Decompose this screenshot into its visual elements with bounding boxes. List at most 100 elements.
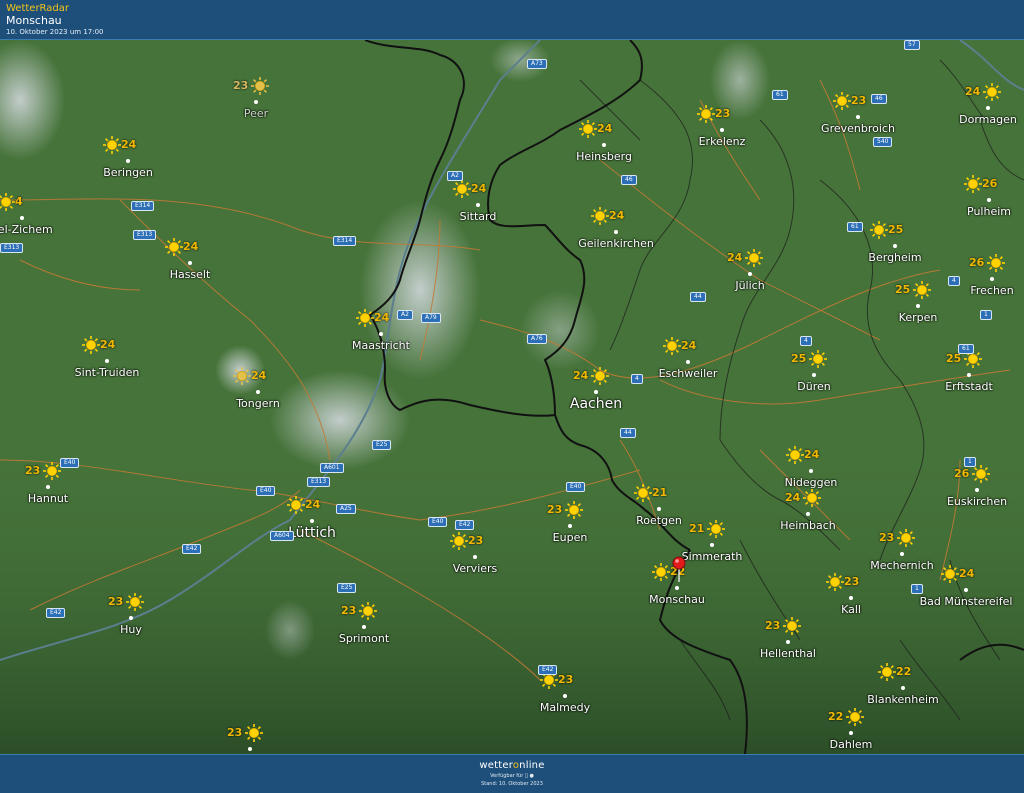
city-label-huy[interactable]: Huy	[120, 623, 142, 636]
city-label-hellenthal[interactable]: Hellenthal	[760, 647, 816, 660]
city-label-vel-zichem[interactable]: vel-Zichem	[0, 223, 53, 236]
sun-icon	[971, 464, 991, 484]
stand-text: Stand: 10. Oktober 2023	[481, 781, 543, 787]
city-marker-malmedy	[563, 694, 567, 698]
road-sign: 1	[980, 310, 992, 320]
city-marker-euskirchen	[975, 488, 979, 492]
temperature-grevenbroich: 23	[851, 94, 867, 107]
sun-icon	[785, 445, 805, 465]
city-label-sprimont[interactable]: Sprimont	[339, 632, 389, 645]
city-label-monschau[interactable]: Monschau	[649, 593, 705, 606]
location-pin-icon[interactable]	[671, 556, 687, 582]
temperature-kerpen: 25	[895, 283, 911, 296]
city-label-d-ren[interactable]: Düren	[797, 380, 830, 393]
road-sign: 4	[948, 276, 960, 286]
sun-icon	[877, 662, 897, 682]
city-marker-roetgen	[657, 507, 661, 511]
sun-icon	[808, 349, 828, 369]
city-label-euskirchen[interactable]: Euskirchen	[947, 495, 1007, 508]
city-label-tongern[interactable]: Tongern	[236, 397, 280, 410]
temperature-peer: 23	[233, 79, 249, 92]
temperature-tongern: 24	[251, 369, 267, 382]
sun-icon	[355, 308, 375, 328]
temperature-l-ttich: 24	[305, 498, 321, 511]
temperature-euskirchen: 26	[954, 467, 970, 480]
city-label-eupen[interactable]: Eupen	[553, 531, 588, 544]
city-label-kerpen[interactable]: Kerpen	[899, 311, 938, 324]
sun-icon	[963, 174, 983, 194]
city-label-dahlem[interactable]: Dahlem	[830, 738, 873, 751]
city-label-frechen[interactable]: Frechen	[970, 284, 1013, 297]
city-label-bergheim[interactable]: Bergheim	[868, 251, 921, 264]
weather-map[interactable]: Peer 23 Beringen 24 vel-Zichem 4 Hasselt 24 Sint…	[0, 40, 1024, 754]
city-marker-d-ren	[812, 373, 816, 377]
sun-icon	[662, 336, 682, 356]
city-label-geilenkirchen[interactable]: Geilenkirchen	[578, 237, 654, 250]
city-marker-hellenthal	[786, 640, 790, 644]
road-sign: E25	[337, 583, 357, 593]
sun-icon	[244, 723, 264, 743]
city-label-aachen[interactable]: Aachen	[570, 396, 622, 412]
city-label-bad-m-nstereifel[interactable]: Bad Münstereifel	[920, 595, 1013, 608]
brand-title: WetterRadar	[6, 3, 70, 14]
city-label-heimbach[interactable]: Heimbach	[780, 519, 836, 532]
road-sign: E313	[307, 477, 331, 487]
city-marker-beringen	[126, 159, 130, 163]
city-label-mechernich[interactable]: Mechernich	[870, 559, 933, 572]
city-label-l-ttich[interactable]: Lüttich	[288, 525, 336, 541]
city-marker-pulheim	[987, 198, 991, 202]
city-marker-monschau	[675, 586, 679, 590]
city-marker-erftstadt	[967, 373, 971, 377]
city-label-blankenheim[interactable]: Blankenheim	[867, 693, 939, 706]
city-marker-bergheim	[893, 244, 897, 248]
road-sign: A76	[527, 334, 547, 344]
city-label-erftstadt[interactable]: Erftstadt	[945, 380, 993, 393]
location-name: Monschau	[6, 14, 62, 27]
city-label-heinsberg[interactable]: Heinsberg	[576, 150, 632, 163]
city-label-pulheim[interactable]: Pulheim	[967, 205, 1011, 218]
city-label-grevenbroich[interactable]: Grevenbroich	[821, 122, 895, 135]
city-label-maastricht[interactable]: Maastricht	[352, 339, 410, 352]
temperature-dahlem: 22	[828, 710, 844, 723]
road-sign: E313	[133, 230, 157, 240]
city-label-eschweiler[interactable]: Eschweiler	[659, 367, 718, 380]
city-marker-geilenkirchen	[614, 230, 618, 234]
city-label-hannut[interactable]: Hannut	[28, 492, 68, 505]
city-label-dormagen[interactable]: Dormagen	[959, 113, 1017, 126]
city-label-j-lich[interactable]: Jülich	[735, 279, 764, 292]
city-marker-blankenheim	[901, 686, 905, 690]
road-sign: 57	[904, 40, 920, 50]
app-header: WetterRadar Monschau 10. Oktober 2023 um…	[0, 0, 1024, 40]
city-marker-vel-zichem	[20, 216, 24, 220]
city-label-verviers[interactable]: Verviers	[453, 562, 498, 575]
city-label-simmerath[interactable]: Simmerath	[682, 550, 743, 563]
city-label-malmedy[interactable]: Malmedy	[540, 701, 590, 714]
road-sign: E25	[372, 440, 392, 450]
sun-icon	[696, 104, 716, 124]
sun-icon	[578, 119, 598, 139]
city-label-roetgen[interactable]: Roetgen	[636, 514, 682, 527]
city-label-beringen[interactable]: Beringen	[103, 166, 153, 179]
city-label-sint-truiden[interactable]: Sint-Truiden	[75, 366, 140, 379]
temperature-hasselt: 24	[183, 240, 199, 253]
sun-icon	[42, 461, 62, 481]
temperature-erkelenz: 23	[715, 107, 731, 120]
city-label-kall[interactable]: Kall	[841, 603, 861, 616]
sun-icon	[590, 206, 610, 226]
city-label-erkelenz[interactable]: Erkelenz	[699, 135, 746, 148]
city-label-sittard[interactable]: Sittard	[460, 210, 497, 223]
sun-icon	[651, 562, 671, 582]
sun-icon	[81, 335, 101, 355]
road-sign: 44	[690, 292, 706, 302]
city-marker-hasselt	[188, 261, 192, 265]
city-label-hasselt[interactable]: Hasselt	[170, 268, 211, 281]
temperature-heimbach: 24	[785, 491, 801, 504]
road-sign: 61	[847, 222, 863, 232]
road-sign: E42	[182, 544, 202, 554]
road-sign: 61	[772, 90, 788, 100]
sun-icon	[452, 179, 472, 199]
city-label-peer[interactable]: Peer	[244, 107, 268, 120]
city-marker-tongern	[256, 390, 260, 394]
city-marker-grevenbroich	[856, 115, 860, 119]
temperature-pulheim: 26	[982, 177, 998, 190]
